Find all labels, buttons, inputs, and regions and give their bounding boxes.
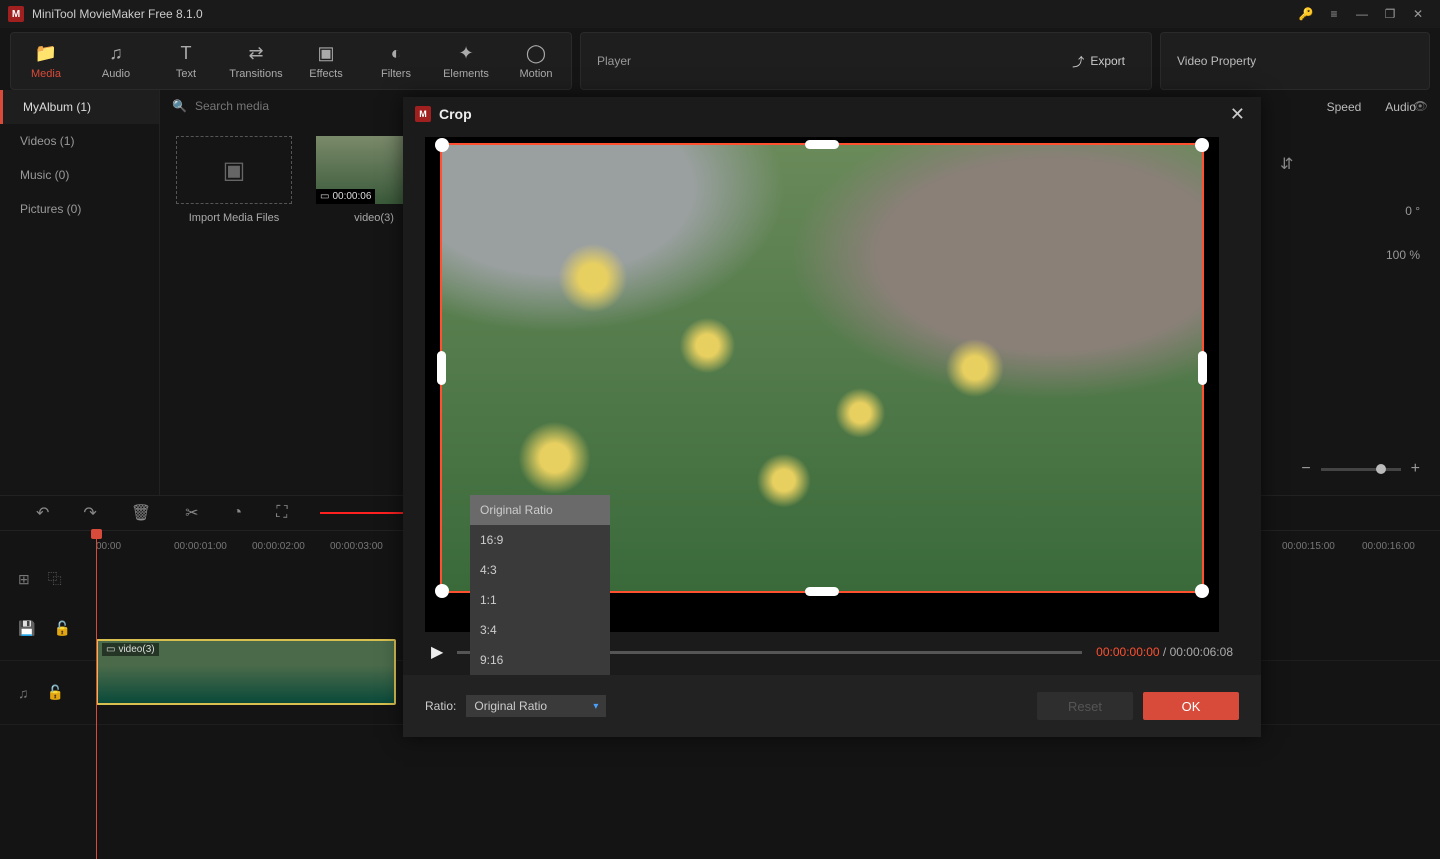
- ratio-option[interactable]: Original Ratio: [470, 495, 610, 525]
- music-track-icon: ♫: [18, 685, 29, 701]
- music-icon: ♫: [109, 43, 123, 64]
- delete-button[interactable]: 🗑: [131, 503, 151, 523]
- player-label: Player: [597, 54, 631, 68]
- sidebar-item-myalbum[interactable]: MyAlbum (1): [0, 90, 159, 124]
- copy-icon[interactable]: ⿻: [48, 569, 62, 589]
- tab-text[interactable]: TText: [151, 33, 221, 89]
- ratio-select[interactable]: Original Ratio ▾: [466, 695, 606, 717]
- search-icon: 🔍: [172, 99, 187, 113]
- transition-icon: ⇄: [248, 43, 263, 64]
- lock-icon[interactable]: 🔓: [53, 620, 70, 637]
- close-button[interactable]: ✕: [1226, 100, 1249, 129]
- ratio-option[interactable]: 16:9: [470, 525, 610, 555]
- film-icon: ▭: [320, 191, 329, 202]
- top-nav: 📁Media ♫Audio TText ⇄Transitions ▣Effect…: [0, 28, 1440, 90]
- elements-icon: ✦: [458, 43, 473, 64]
- tab-media[interactable]: 📁Media: [11, 33, 81, 89]
- add-marker-icon[interactable]: ⊞: [18, 571, 30, 588]
- time-display: 00:00:00:00 / 00:00:06:08: [1096, 645, 1233, 659]
- media-sidebar: MyAlbum (1) Videos (1) Music (0) Picture…: [0, 90, 160, 495]
- tab-audio-prop[interactable]: Audio: [1385, 100, 1416, 114]
- maximize-button[interactable]: ❐: [1376, 0, 1404, 28]
- zoom-slider[interactable]: [1321, 468, 1401, 471]
- player-panel-header: Player ⤴ Export: [580, 32, 1152, 90]
- modal-title: Crop: [439, 106, 1218, 122]
- ratio-label: Ratio:: [425, 699, 456, 713]
- app-logo: M: [8, 6, 24, 22]
- timeline-zoom: − +: [1301, 460, 1420, 478]
- undo-button[interactable]: ↶: [36, 503, 49, 523]
- rotate-value: 0 °: [1405, 204, 1420, 218]
- folder-icon: 📁: [35, 43, 57, 64]
- crop-button[interactable]: ⛶: [276, 504, 287, 522]
- ratio-option[interactable]: 4:3: [470, 555, 610, 585]
- text-icon: T: [181, 43, 192, 64]
- ok-button[interactable]: OK: [1143, 692, 1239, 720]
- save-icon[interactable]: 💾: [18, 620, 35, 637]
- search-input[interactable]: [195, 99, 350, 113]
- tab-speed[interactable]: Speed: [1327, 100, 1362, 114]
- minimize-button[interactable]: —: [1348, 0, 1376, 28]
- key-icon[interactable]: 🔑: [1292, 0, 1320, 28]
- sidebar-item-videos[interactable]: Videos (1): [0, 124, 159, 158]
- speed-button[interactable]: ◔: [233, 504, 243, 522]
- ratio-option[interactable]: 1:1: [470, 585, 610, 615]
- export-button[interactable]: ⤴ Export: [1072, 53, 1125, 70]
- menu-icon[interactable]: ≡: [1320, 0, 1348, 28]
- tab-filters[interactable]: ◐Filters: [361, 33, 431, 89]
- lock-icon[interactable]: 🔓: [47, 684, 64, 701]
- flip-icon[interactable]: ⇵: [1280, 154, 1293, 174]
- cut-button[interactable]: ✂: [185, 503, 198, 523]
- timeline-clip[interactable]: ▭video(3): [96, 639, 396, 705]
- film-icon: ▭: [106, 644, 115, 655]
- sidebar-item-pictures[interactable]: Pictures (0): [0, 192, 159, 226]
- ratio-option[interactable]: 9:16: [470, 645, 610, 675]
- app-title: MiniTool MovieMaker Free 8.1.0: [32, 7, 1292, 21]
- close-window-button[interactable]: ✕: [1404, 0, 1432, 28]
- crop-modal: M Crop ✕ ▶ 00:00:00:00 / 00:00:06:08: [403, 97, 1261, 737]
- tab-elements[interactable]: ✦Elements: [431, 33, 501, 89]
- zoom-in-button[interactable]: +: [1411, 460, 1420, 478]
- tab-effects[interactable]: ▣Effects: [291, 33, 361, 89]
- play-button[interactable]: ▶: [431, 642, 443, 662]
- tab-transitions[interactable]: ⇄Transitions: [221, 33, 291, 89]
- title-bar: M MiniTool MovieMaker Free 8.1.0 🔑 ≡ — ❐…: [0, 0, 1440, 28]
- chevron-down-icon: ▾: [593, 701, 598, 712]
- redo-button[interactable]: ↷: [83, 503, 96, 523]
- scale-value: 100 %: [1386, 248, 1420, 262]
- import-media-tile[interactable]: ▣ Import Media Files: [174, 136, 294, 224]
- video-property-panel: Speed Audio ⇵ 0 ° 100 %: [1260, 90, 1440, 292]
- motion-icon: ◯: [526, 43, 546, 64]
- folder-icon: ▣: [223, 156, 246, 185]
- zoom-out-button[interactable]: −: [1301, 460, 1310, 478]
- ratio-dropdown: Original Ratio 16:9 4:3 1:1 3:4 9:16: [470, 495, 610, 675]
- effects-icon: ▣: [317, 43, 334, 64]
- tab-audio[interactable]: ♫Audio: [81, 33, 151, 89]
- filters-icon: ◐: [391, 43, 402, 64]
- ratio-option[interactable]: 3:4: [470, 615, 610, 645]
- reset-button[interactable]: Reset: [1037, 692, 1133, 720]
- video-property-panel-header: Video Property: [1160, 32, 1430, 90]
- sidebar-item-music[interactable]: Music (0): [0, 158, 159, 192]
- app-logo: M: [415, 106, 431, 122]
- playhead[interactable]: [96, 531, 97, 859]
- tab-motion[interactable]: ◯Motion: [501, 33, 571, 89]
- export-icon: ⤴: [1072, 53, 1084, 70]
